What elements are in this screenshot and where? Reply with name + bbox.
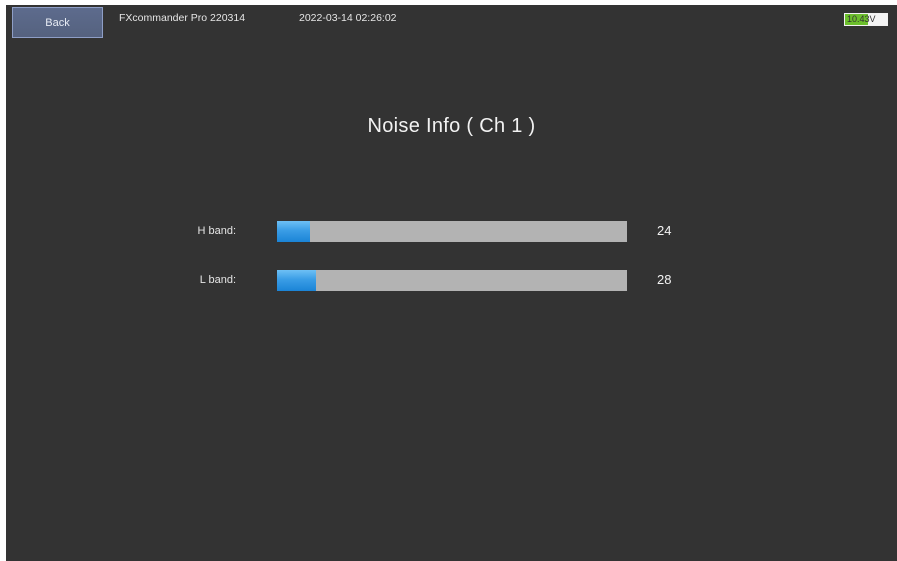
- back-button[interactable]: Back: [12, 7, 103, 38]
- h-band-value: 24: [657, 223, 672, 238]
- datetime: 2022-03-14 02:26:02: [299, 12, 397, 24]
- h-band-bar: [277, 221, 627, 242]
- page-title: Noise Info ( Ch 1 ): [367, 115, 536, 137]
- back-button-label: Back: [45, 16, 70, 29]
- l-band-label: L band:: [199, 274, 236, 286]
- l-band-bar-fill: [277, 270, 316, 291]
- h-band-bar-fill: [277, 221, 311, 242]
- l-band-bar: [277, 270, 627, 291]
- l-band-row: L band: 28: [6, 270, 897, 291]
- h-band-label: H band:: [197, 225, 236, 237]
- noise-info-screen: Back FXcommander Pro 220314 2022-03-14 0…: [6, 5, 897, 561]
- battery-indicator: 10.43V: [844, 13, 888, 26]
- h-band-row: H band: 24: [6, 221, 897, 242]
- app-name: FXcommander Pro 220314: [119, 12, 246, 24]
- battery-voltage: 10.43V: [847, 14, 876, 24]
- l-band-value: 28: [657, 272, 672, 287]
